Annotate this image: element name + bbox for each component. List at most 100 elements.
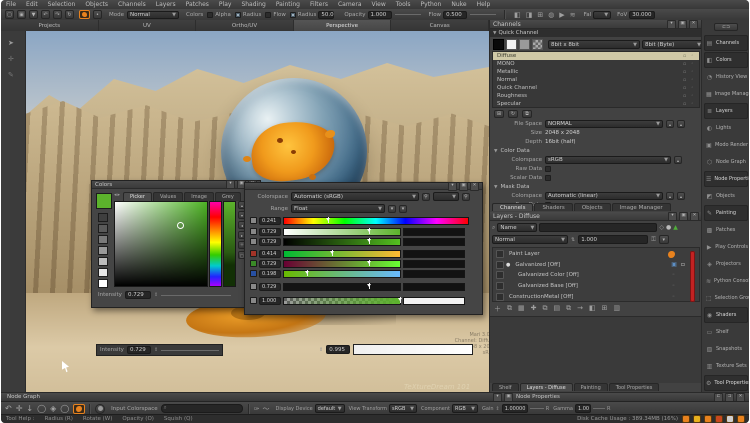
menu-filters[interactable]: Filters (305, 1, 333, 8)
colormanager-window-controls[interactable]: ▾▣✕ (448, 182, 479, 191)
curve-icon[interactable]: 〜 (263, 404, 270, 414)
node-properties-bar[interactable]: ▾▣ Node Properties ⊏⊐✕ (489, 392, 749, 401)
check-alpha-0[interactable]: Alpha (207, 12, 231, 18)
grey-swatch[interactable] (519, 39, 530, 50)
menu-layers[interactable]: Layers (151, 1, 181, 8)
sidebar-item-channels[interactable]: ▤Channels (704, 35, 748, 51)
panel-tab-channels[interactable]: Channels (492, 203, 533, 211)
filter-enabled-icon[interactable]: ▲ (673, 224, 678, 231)
channel-row-metallic[interactable]: Metallic▫◦ (493, 68, 699, 76)
intensity-stepper[interactable]: ⇕ (154, 292, 158, 298)
channel-expression-field-G[interactable] (403, 260, 465, 268)
channel-value-field-G[interactable]: 0.729 (259, 260, 281, 268)
gamma-field[interactable]: 1.00 (575, 404, 591, 413)
checkbox-alpha[interactable] (207, 12, 213, 18)
range-option-button[interactable]: ▾ (388, 205, 396, 213)
select-tool-icon[interactable]: ➤ (8, 39, 14, 47)
filter-field-dropdown[interactable]: Name▼ (497, 223, 537, 232)
sidebar-item-texturesets[interactable]: ▥Texture Sets (704, 358, 748, 374)
object-icon[interactable]: ◍ (548, 11, 554, 19)
sidebar-item-historyview[interactable]: ◔History View (704, 69, 748, 85)
sidebar-item-shelf[interactable]: ▭Shelf (704, 324, 748, 340)
paintbrush-tool-icon[interactable]: ✎ (8, 71, 14, 79)
blob-brush-icon[interactable] (95, 404, 105, 414)
prop-dropdown[interactable]: Automatic (linear)▼ (545, 192, 663, 200)
channel-ramp-A[interactable] (283, 297, 401, 305)
channel-cache-icon[interactable]: ▫ (683, 70, 691, 75)
new-file-icon[interactable]: ▢ (5, 10, 14, 19)
sidebar-item-modorender[interactable]: ▣Modo Render (704, 137, 748, 153)
blend-mode-dropdown[interactable]: Normal▼ (492, 235, 568, 244)
menu-nuke[interactable]: Nuke (446, 1, 471, 8)
undo-icon[interactable]: ↶ (41, 10, 50, 19)
intensity-slider[interactable] (161, 295, 231, 296)
undo-icon[interactable]: ↶ (5, 404, 12, 413)
layer-action-icon-6[interactable]: ⧉ (566, 304, 571, 314)
channel-ramp-G[interactable] (283, 260, 401, 268)
viewport-tab-uv[interactable]: UV (99, 20, 197, 31)
blend-stepper[interactable]: ⇅ (571, 237, 575, 243)
status-lamp-4[interactable] (726, 415, 734, 423)
lock-icon[interactable]: ⚿ (651, 236, 656, 244)
channel-visible-icon[interactable]: ◦ (691, 70, 699, 75)
sidebar-item-nodeproperties[interactable]: ☰Node Properties (704, 171, 748, 187)
saturation-value-picker[interactable] (114, 201, 208, 287)
channel-expression-field-R[interactable] (403, 250, 465, 258)
menu-channels[interactable]: Channels (113, 1, 151, 8)
checkbox-radius[interactable] (235, 12, 241, 18)
viewport-tab-canvas[interactable]: Canvas (391, 20, 489, 31)
sidebar-item-snapshots[interactable]: ▧Snapshots (704, 341, 748, 357)
channel-value-field-S[interactable]: 0.729 (259, 228, 281, 236)
layer-row-galvanizedbaseoff[interactable]: Galvanized Base [Off]◦ (493, 281, 699, 291)
prop-dropdown[interactable]: NORMAL▼ (545, 120, 663, 128)
clone-stamp-icon[interactable]: ✑ (254, 405, 260, 413)
tab-scroll-left-icon[interactable]: ◂ (114, 192, 117, 201)
status-lamp-3[interactable] (715, 415, 723, 423)
gain-slider[interactable] (530, 408, 544, 409)
channel-row-specular[interactable]: Specular▫◦ (493, 100, 699, 108)
layer-action-icon-2[interactable]: ▦ (518, 304, 525, 314)
floating-intensity-track[interactable] (161, 350, 219, 351)
viewport-tab-orthouv[interactable]: Ortho/UV (196, 20, 294, 31)
colors-tab-image[interactable]: Image (184, 192, 214, 201)
grey-swatch[interactable] (98, 257, 108, 266)
drop-icon[interactable]: ↓ (26, 404, 33, 413)
prop-extra-button[interactable]: ▴ (677, 192, 685, 200)
menu-shading[interactable]: Shading (236, 1, 270, 8)
sidebar-item-shaders[interactable]: ◉Shaders (704, 307, 748, 323)
value-bar-stepper[interactable]: ⇕ (319, 347, 323, 353)
mode-dropdown[interactable]: Normal▼ (127, 11, 179, 19)
channel-value-field-R[interactable]: 0.414 (259, 250, 281, 258)
fov-field[interactable]: 30.000 (629, 11, 655, 19)
colorspace-pin2-button[interactable]: ⚲ (462, 193, 470, 201)
range-option2-button[interactable]: ▾ (399, 205, 407, 213)
channel-depth-dropdown[interactable]: 8bit (Byte)▼ (642, 40, 704, 49)
layer-visibility-toggle[interactable] (496, 282, 504, 290)
prop-extra-button[interactable]: ▴ (677, 120, 685, 128)
prop-extra-button[interactable]: ▴ (666, 120, 674, 128)
layer-visibility-toggle[interactable] (496, 261, 504, 269)
status-lamp-1[interactable] (693, 415, 701, 423)
display-device-dropdown[interactable]: default▼ (315, 404, 345, 413)
channel-value-field-B[interactable]: 0.198 (259, 270, 281, 278)
prop-extra-button[interactable]: ▴ (674, 156, 682, 164)
channel-row-roughness[interactable]: Roughness▫◦ (493, 92, 699, 100)
opacity-slider[interactable] (395, 14, 421, 15)
layer-action-icon-10[interactable]: ▥ (614, 304, 621, 314)
menu-painting[interactable]: Painting (271, 1, 305, 8)
prop-dropdown[interactable]: sRGB▼ (545, 156, 671, 164)
colorspace-pin-button[interactable]: ⚲ (422, 193, 430, 201)
colorspace-extra-dropdown[interactable]: ▼ (433, 192, 459, 201)
alpha-strip[interactable] (223, 201, 236, 287)
dock-tab-layersdiffuse[interactable]: Layers - Diffuse (520, 383, 573, 391)
channel-ramp-V[interactable] (283, 238, 401, 246)
sidebar-item-imagemanager[interactable]: ▦Image Manager (704, 86, 748, 102)
channel-expression-field-I[interactable] (403, 283, 465, 291)
channel-cache-icon[interactable]: ▫ (683, 102, 691, 107)
open-file-icon[interactable]: ▣ (17, 10, 26, 19)
section-chevron-icon[interactable]: ▼ (494, 185, 497, 190)
channel-cache-icon[interactable]: ▫ (683, 54, 691, 59)
radius-field[interactable]: 50.0 (318, 11, 334, 19)
layer-row-paintlayer[interactable]: Paint Layer (493, 249, 699, 259)
intensity-field[interactable]: 0.729 (125, 291, 151, 299)
